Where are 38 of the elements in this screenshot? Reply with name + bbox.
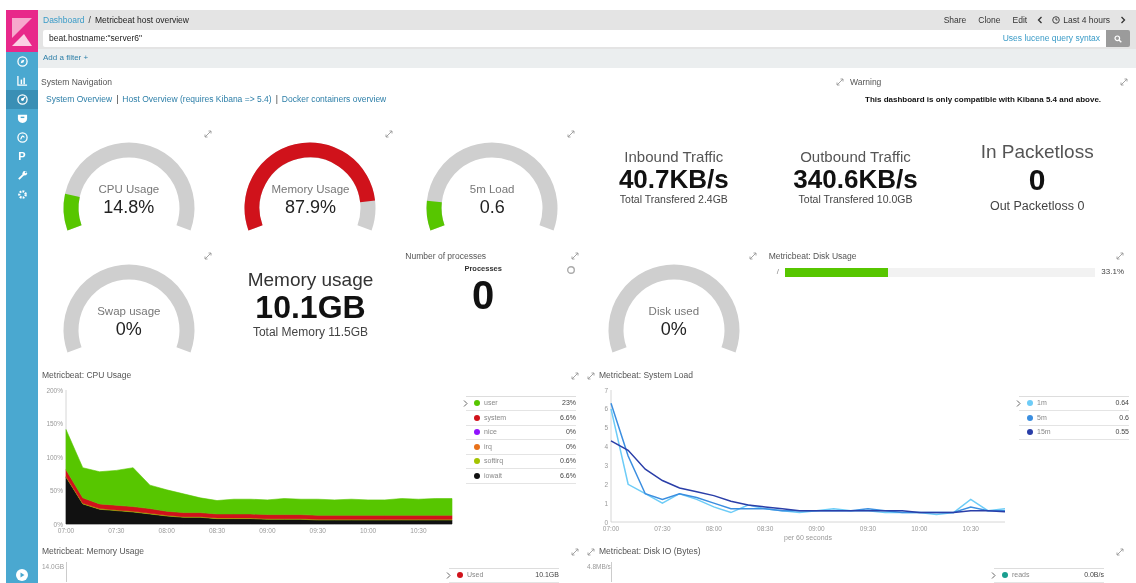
metric-value: 10.1GB — [255, 291, 366, 324]
metric-value: 0 — [1028, 165, 1046, 196]
metric-title: In Packetloss — [980, 139, 1094, 164]
panel-title: System Navigation — [41, 75, 112, 89]
gauge-value: 0% — [115, 317, 142, 341]
metric-subtitle: Out Packetloss 0 — [989, 198, 1085, 216]
gauge-value: 0% — [660, 317, 687, 341]
gauge-label: 5m Load — [469, 181, 515, 196]
metric-title: Memory usage — [247, 267, 374, 292]
gauge-label: Memory Usage — [271, 181, 350, 196]
gauge-label: Swap usage — [97, 303, 161, 318]
metric-subtitle: Total Transfered 2.4GB — [619, 192, 728, 208]
panel-title: Metricbeat: Memory Usage — [42, 545, 145, 558]
panel-title: Metricbeat: Disk IO (Bytes) — [599, 545, 701, 558]
metric-value: 40.7KB/s — [618, 166, 729, 193]
gauge-value: 0.6 — [479, 195, 505, 219]
gauge-label: Disk used — [648, 303, 700, 318]
warning-text: This dashboard is only compatible with Kibana 5.4 and above. — [865, 94, 1103, 106]
breadcrumb-current: Metricbeat host overview — [94, 13, 189, 27]
gauge-value: 14.8% — [103, 195, 155, 219]
panel-title: Warning — [850, 75, 882, 89]
gauge-label: CPU Usage — [98, 181, 160, 196]
metric-value: 340.6KB/s — [793, 166, 918, 193]
panel-title: Metricbeat: System Load — [599, 369, 693, 382]
usage-value: 33.1% — [1101, 266, 1124, 279]
metric-title: Outbound Traffic — [800, 147, 911, 167]
panel-title: Metricbeat: CPU Usage — [42, 369, 132, 382]
metric-subtitle: Total Memory 11.5GB — [252, 324, 369, 342]
disk-label: / — [776, 266, 779, 279]
link-separator: | — [116, 93, 119, 106]
panel-title: Number of processes — [405, 249, 487, 263]
metric-subtitle: Total Transfered 10.0GB — [798, 192, 913, 208]
link-separator: | — [275, 93, 278, 106]
gauge-value: 87.9% — [284, 195, 336, 219]
panel-title: Metricbeat: Disk Usage — [768, 249, 857, 263]
breadcrumb-separator: / — [88, 13, 91, 27]
metric-title: Inbound Traffic — [624, 147, 724, 167]
metric-value: 0 — [472, 274, 495, 315]
